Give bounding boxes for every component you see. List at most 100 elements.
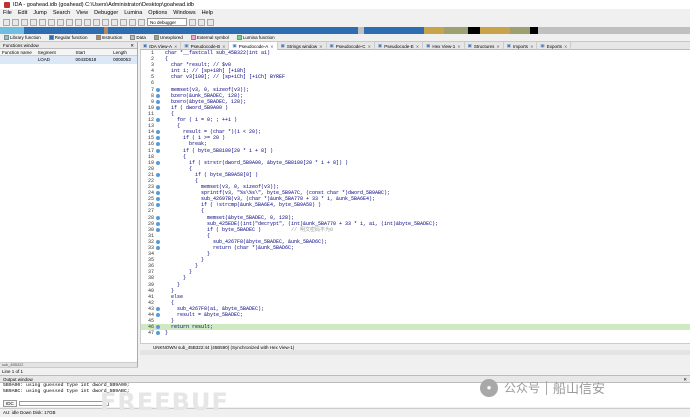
menu-item-edit[interactable]: Edit — [18, 10, 27, 16]
legend-item: Lumina function — [236, 35, 275, 40]
tab-label: Pseudocode-E — [384, 43, 414, 49]
close-icon[interactable]: ✕ — [319, 44, 322, 49]
tab-icon: ▣ — [467, 43, 472, 48]
menu-item-help[interactable]: Help — [202, 10, 213, 16]
column-header[interactable]: Segment — [38, 49, 76, 55]
code-text: return result; — [165, 324, 214, 331]
menu-item-debugger[interactable]: Debugger — [94, 10, 118, 16]
functions-table-header: Function name Segment Start Length — [0, 49, 137, 56]
string-icon[interactable] — [93, 18, 100, 26]
tab-pseudocode-a[interactable]: ▣ Pseudocode-A ✕ — [229, 42, 278, 50]
run-icon[interactable] — [138, 18, 145, 26]
legend-item: Regular function — [48, 35, 88, 40]
search-binary-icon[interactable] — [66, 18, 73, 26]
close-icon[interactable]: ✕ — [368, 44, 371, 49]
debugger-select[interactable]: No debugger — [147, 18, 187, 26]
play-icon[interactable] — [189, 18, 196, 26]
legend: Library function Regular function Instruct… — [0, 34, 690, 41]
legend-swatch — [190, 35, 196, 40]
legend-swatch — [95, 35, 101, 40]
legend-label: Instruction — [101, 35, 123, 40]
legend-item: Library function — [4, 35, 41, 40]
back-icon[interactable] — [21, 18, 28, 26]
close-icon[interactable]: ✕ — [416, 44, 419, 49]
watermark: ● 公众号 船山信安 — [480, 378, 605, 397]
close-icon[interactable]: ✕ — [683, 376, 687, 382]
menu-item-view[interactable]: View — [76, 10, 88, 16]
tab-icon: ▣ — [280, 43, 285, 48]
function-name-cell — [0, 56, 38, 64]
code-text: } — [165, 330, 169, 337]
legend-swatch — [4, 35, 9, 40]
legend-label: External symbol — [196, 35, 229, 40]
tab-icon: ▣ — [143, 43, 148, 48]
table-row[interactable]: LOAD 0043D518 0000053 — [0, 56, 137, 64]
tab-pseudocode-b[interactable]: ▣ Pseudocode-B ✕ — [181, 42, 230, 50]
menu-item-options[interactable]: Options — [148, 10, 167, 16]
legend-swatch — [236, 35, 242, 40]
command-input[interactable] — [18, 401, 109, 406]
tab-label: Strings window — [286, 43, 318, 49]
code-icon[interactable] — [75, 18, 82, 26]
code-line[interactable]: 47} — [141, 330, 690, 336]
menu-item-lumina[interactable]: Lumina — [124, 10, 142, 16]
legend-label: Unexplored — [159, 35, 183, 40]
graph-icon[interactable] — [129, 18, 136, 26]
menu-item-search[interactable]: Search — [53, 10, 70, 16]
horizontal-scrollbar[interactable] — [140, 350, 690, 355]
column-header[interactable]: Function name — [0, 49, 38, 55]
open-icon[interactable] — [3, 18, 10, 26]
menu-item-windows[interactable]: Windows — [173, 10, 195, 16]
legend-item: External symbol — [190, 35, 229, 40]
array-icon[interactable] — [102, 18, 109, 26]
start-cell: 0043D518 — [75, 57, 97, 62]
legend-label: Library function — [10, 35, 41, 40]
menu-item-file[interactable]: File — [3, 10, 12, 16]
tab-pseudocode-c[interactable]: ▣ Pseudocode-C ✕ — [327, 42, 375, 50]
legend-label: Data — [136, 35, 146, 40]
close-icon[interactable]: ✕ — [222, 44, 225, 49]
data-icon[interactable] — [84, 18, 91, 26]
function-icon[interactable] — [120, 18, 127, 26]
idc-button[interactable]: IDC — [3, 400, 17, 407]
pause-icon[interactable] — [198, 18, 205, 26]
close-icon[interactable]: ✕ — [174, 44, 177, 49]
title-bar: IDA - goahead.idb (goahead) C:\Users\Adm… — [0, 0, 690, 9]
close-icon[interactable]: ✕ — [530, 44, 533, 49]
column-header[interactable]: Length — [113, 49, 137, 55]
tab-pseudocode-e[interactable]: ▣ Pseudocode-E ✕ — [375, 42, 424, 50]
tab-hex-view-1[interactable]: ▣ Hex View-1 ✕ — [423, 42, 465, 50]
navigation-band[interactable] — [0, 27, 690, 34]
forward-icon[interactable] — [30, 18, 37, 26]
close-icon[interactable]: ✕ — [130, 42, 134, 48]
line-number: 47 — [147, 330, 154, 337]
toolbar: No debugger — [0, 17, 690, 27]
column-header[interactable]: Start — [75, 49, 113, 55]
undefine-icon[interactable] — [111, 18, 118, 26]
tab-strings-window[interactable]: ▣ Strings window ✕ — [278, 42, 327, 50]
pseudocode-view[interactable]: 1 char *__fastcall sub_45B322(int a1) 2{3 … — [140, 50, 690, 343]
search-text-icon[interactable] — [57, 18, 64, 26]
tab-label: Pseudocode-C — [335, 43, 366, 49]
menu-item-jump[interactable]: Jump — [33, 10, 46, 16]
jump-icon[interactable] — [39, 18, 46, 26]
tab-exports[interactable]: ▣ Exports ✕ — [537, 42, 572, 50]
pseudocode-status: UNKNOWN sub_45B322:44 (45B590) (Synchron… — [140, 343, 690, 350]
code-text: char *__fastcall sub_45B322(int a1) — [165, 50, 271, 56]
tab-structures[interactable]: ▣ Structures ✕ — [465, 42, 504, 50]
close-icon[interactable]: ✕ — [564, 44, 567, 49]
save-icon[interactable] — [12, 18, 19, 26]
close-icon[interactable]: ✕ — [457, 44, 460, 49]
stop-icon[interactable] — [207, 18, 214, 26]
code-text: char v3[100]; // [sp+1Ch] [+1Ch] BYREF — [165, 74, 286, 81]
menu-bar: File Edit Jump Search View Debugger Lumina Opti… — [0, 9, 690, 17]
tab-icon: ▣ — [540, 43, 545, 48]
tab-ida-view-a[interactable]: ▣ IDA View-A ✕ — [140, 42, 182, 50]
tab-imports[interactable]: ▣ Imports ✕ — [504, 42, 538, 50]
view-tabs: ▣ IDA View-A ✕ ▣ Pseudocode-B ✕ ▣ Pseudocode-A ✕… — [140, 42, 690, 50]
tab-label: Structures — [473, 43, 495, 49]
close-icon[interactable]: ✕ — [270, 44, 273, 49]
legend-swatch — [153, 35, 159, 40]
search-icon[interactable] — [48, 18, 55, 26]
close-icon[interactable]: ✕ — [496, 44, 499, 49]
